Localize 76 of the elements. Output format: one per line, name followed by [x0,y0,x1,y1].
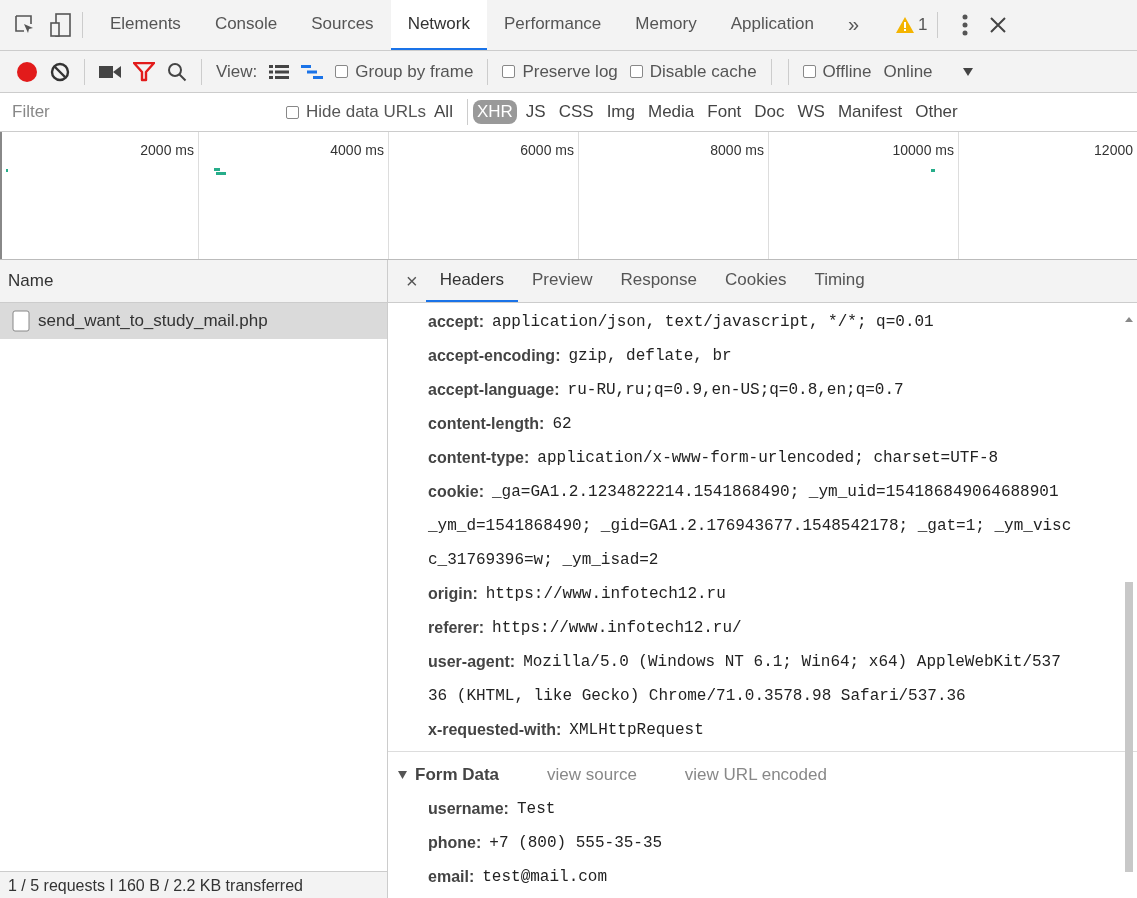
timeline-tick: 10000 ms [892,142,954,158]
type-filter[interactable]: Font [703,100,746,124]
panel-tab[interactable]: Elements [93,0,198,50]
file-icon [12,310,30,332]
timeline-tick: 8000 ms [710,142,764,158]
view-label: View: [216,61,258,82]
expand-triangle-icon[interactable] [398,771,407,779]
filter-icon[interactable] [133,61,155,82]
close-icon[interactable] [990,17,1007,33]
detail-tab[interactable]: Headers [425,260,518,302]
type-filter[interactable]: WS [793,100,829,124]
type-filter[interactable]: All [430,100,457,124]
header-line: cookie: _ga=GA1.2.1234822214.1541868490; _ym_uid=154186849064688901 [428,482,1060,503]
header-line: x-requested-with: XMLHttpRequest [428,720,705,741]
form-data-title[interactable]: Form Data [415,765,500,785]
panel-tab[interactable]: Performance [487,0,619,50]
header-line: accept-encoding: gzip, deflate, br [428,346,733,367]
timeline-tick: 12000 [1094,142,1133,158]
warning-icon [896,17,914,33]
header-line: content-length: 62 [428,414,573,435]
status-text: 1 / 5 requests ǀ 160 B / 2.2 KB transferred [8,877,303,895]
hide-data-urls-checkbox[interactable]: Hide data URLs [286,102,426,122]
more-tabs-button[interactable]: » [830,0,876,50]
form-field-line: email: test@mail.com [428,867,609,888]
header-line: content-type: application/x-www-form-urlencoded; charset=UTF-8 [428,448,1000,469]
detail-tab[interactable]: Cookies [711,260,801,302]
panel-tab[interactable]: Sources [294,0,391,50]
form-field-line: phone: +7 (800) 555-35-35 [428,833,664,854]
panel-tab[interactable]: Application [713,0,831,50]
close-button[interactable]: × [398,269,426,293]
header-line: referer: https://www.infotech12.ru/ [428,618,743,639]
header-line: _ym_d=1541868490; _gid=GA1.2.176943677.1548542178; _gat=1; _ym_visc [428,516,1073,537]
panel-tab[interactable]: Console [197,0,295,50]
timeline-tick: 6000 ms [520,142,574,158]
panel-tab[interactable]: Network [390,0,487,50]
type-filter[interactable]: Media [644,100,699,124]
clear-icon[interactable] [50,61,70,82]
panel-tab[interactable]: Memory [618,0,714,50]
waterfall-icon[interactable] [301,63,324,80]
type-filter[interactable]: Manifest [833,100,907,124]
detail-tab[interactable]: Preview [517,260,607,302]
more-options-icon[interactable] [962,14,969,36]
header-line: origin: https://www.infotech12.ru [428,584,727,605]
request-bars-drawing [214,168,226,176]
warning-counter[interactable]: 1 [896,15,928,35]
detail-tab[interactable]: Timing [800,260,879,302]
name-column-header[interactable]: Name [8,271,54,291]
option-checkbox[interactable]: Group by frame [335,61,474,82]
timeline-tick: 2000 ms [140,142,194,158]
record-icon[interactable] [16,60,38,83]
option-checkbox[interactable]: Offline [802,61,872,82]
header-line: 36 (KHTML, like Gecko) Chrome/71.0.3578.98 Safari/537.36 [428,686,967,707]
header-line: accept-language: ru-RU,ru;q=0.9,en-US;q=0.8,en;q=0.7 [428,380,905,401]
type-filter[interactable]: CSS [554,100,598,124]
type-filter[interactable]: Other [911,100,962,124]
header-line: c_31769396=w; _ym_isad=2 [428,550,660,571]
throttling-dropdown[interactable]: Online [883,61,933,82]
list-view-icon[interactable] [269,63,290,80]
type-filter[interactable]: Doc [750,100,789,124]
detail-tab[interactable]: Response [606,260,711,302]
device-icon[interactable] [50,13,72,37]
dropdown-caret-icon[interactable] [962,67,973,76]
search-icon[interactable] [167,61,187,82]
option-checkbox[interactable]: Disable cache [629,61,757,82]
request-bar [931,169,935,172]
timeline-tick: 4000 ms [330,142,384,158]
header-line: user-agent: Mozilla/5.0 (Windows NT 6.1; Win64; x64) AppleWebKit/537 [428,652,1062,673]
form-field-line: username: Test [428,799,557,820]
option-checkbox[interactable]: Preserve log [502,61,618,82]
header-line: accept: application/json, text/javascript, */*; q=0.01 [428,312,935,333]
video-camera-icon[interactable] [99,64,121,79]
view-link[interactable]: view source [547,765,637,785]
type-filter[interactable]: JS [521,100,550,124]
view-link[interactable]: view URL encoded [684,765,827,785]
type-filter[interactable]: Img [602,100,639,124]
request-row[interactable]: send_want_to_study_mail.php [0,303,387,339]
